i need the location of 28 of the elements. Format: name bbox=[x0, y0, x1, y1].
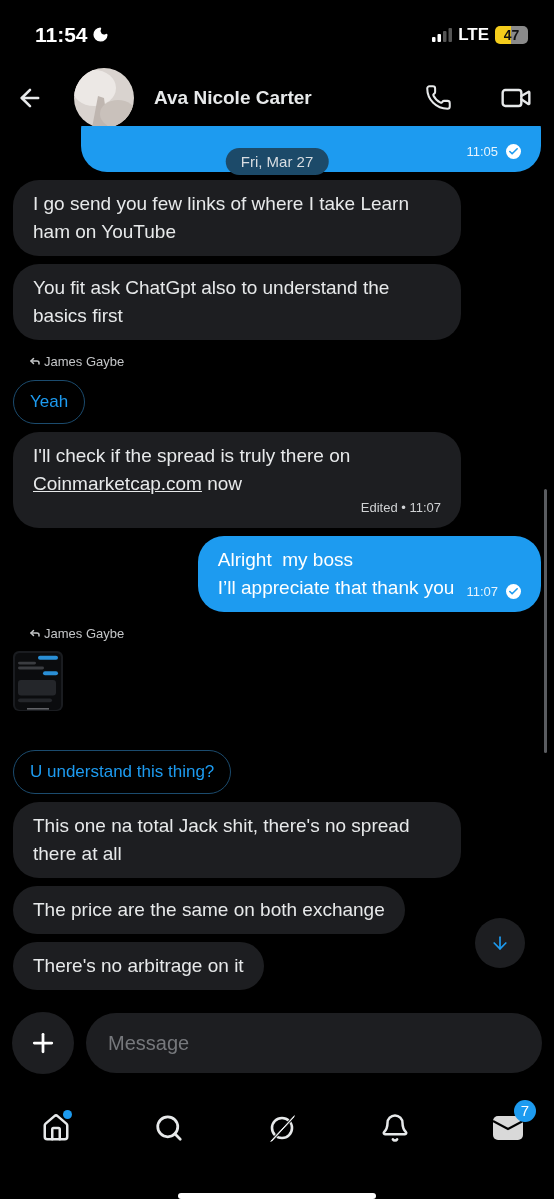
reply-sender: James Gaybe bbox=[44, 353, 125, 369]
message-text: I go send you few links of where I take Learn ham on YouTube bbox=[33, 191, 410, 244]
message-text: There's no arbitrage on it bbox=[33, 954, 244, 979]
reply-sender: James Gaybe bbox=[44, 625, 125, 641]
unread-count: 7 bbox=[514, 1099, 536, 1122]
network-label: LTE bbox=[458, 24, 489, 45]
search-icon bbox=[154, 1112, 184, 1143]
clock-time: 11:54 bbox=[35, 22, 88, 47]
message-field[interactable]: Message bbox=[86, 1013, 542, 1074]
phone-button[interactable] bbox=[425, 84, 452, 111]
message-text: You fit ask ChatGpt also to understand the basics first bbox=[33, 275, 391, 328]
message-text: Alright my boss I’ll appreciate that thank you bbox=[217, 547, 455, 600]
message-time: Edited • 11:07 bbox=[360, 498, 441, 517]
reply-icon bbox=[29, 355, 41, 367]
scroll-down-button[interactable] bbox=[475, 917, 525, 968]
message-text: The price are the same on both exchange bbox=[33, 898, 385, 923]
signal-icon bbox=[432, 27, 453, 42]
envelope-icon bbox=[492, 1114, 524, 1141]
reply-icon bbox=[29, 627, 41, 639]
message-time: 11:05 bbox=[466, 141, 521, 162]
home-icon bbox=[41, 1112, 71, 1143]
message-text: This one na total Jack shit, there's no spread there at all bbox=[33, 814, 411, 867]
contact-name[interactable]: Ava Nicole Carter bbox=[154, 86, 411, 109]
message-time: 11:07 bbox=[466, 581, 521, 602]
message-link[interactable]: Coinmarketcap.com bbox=[33, 472, 202, 494]
message-text: I'll check if the spread is truly there on Coinmarketcap.com now bbox=[33, 443, 352, 496]
bell-icon bbox=[380, 1112, 410, 1143]
moon-icon bbox=[91, 26, 109, 44]
